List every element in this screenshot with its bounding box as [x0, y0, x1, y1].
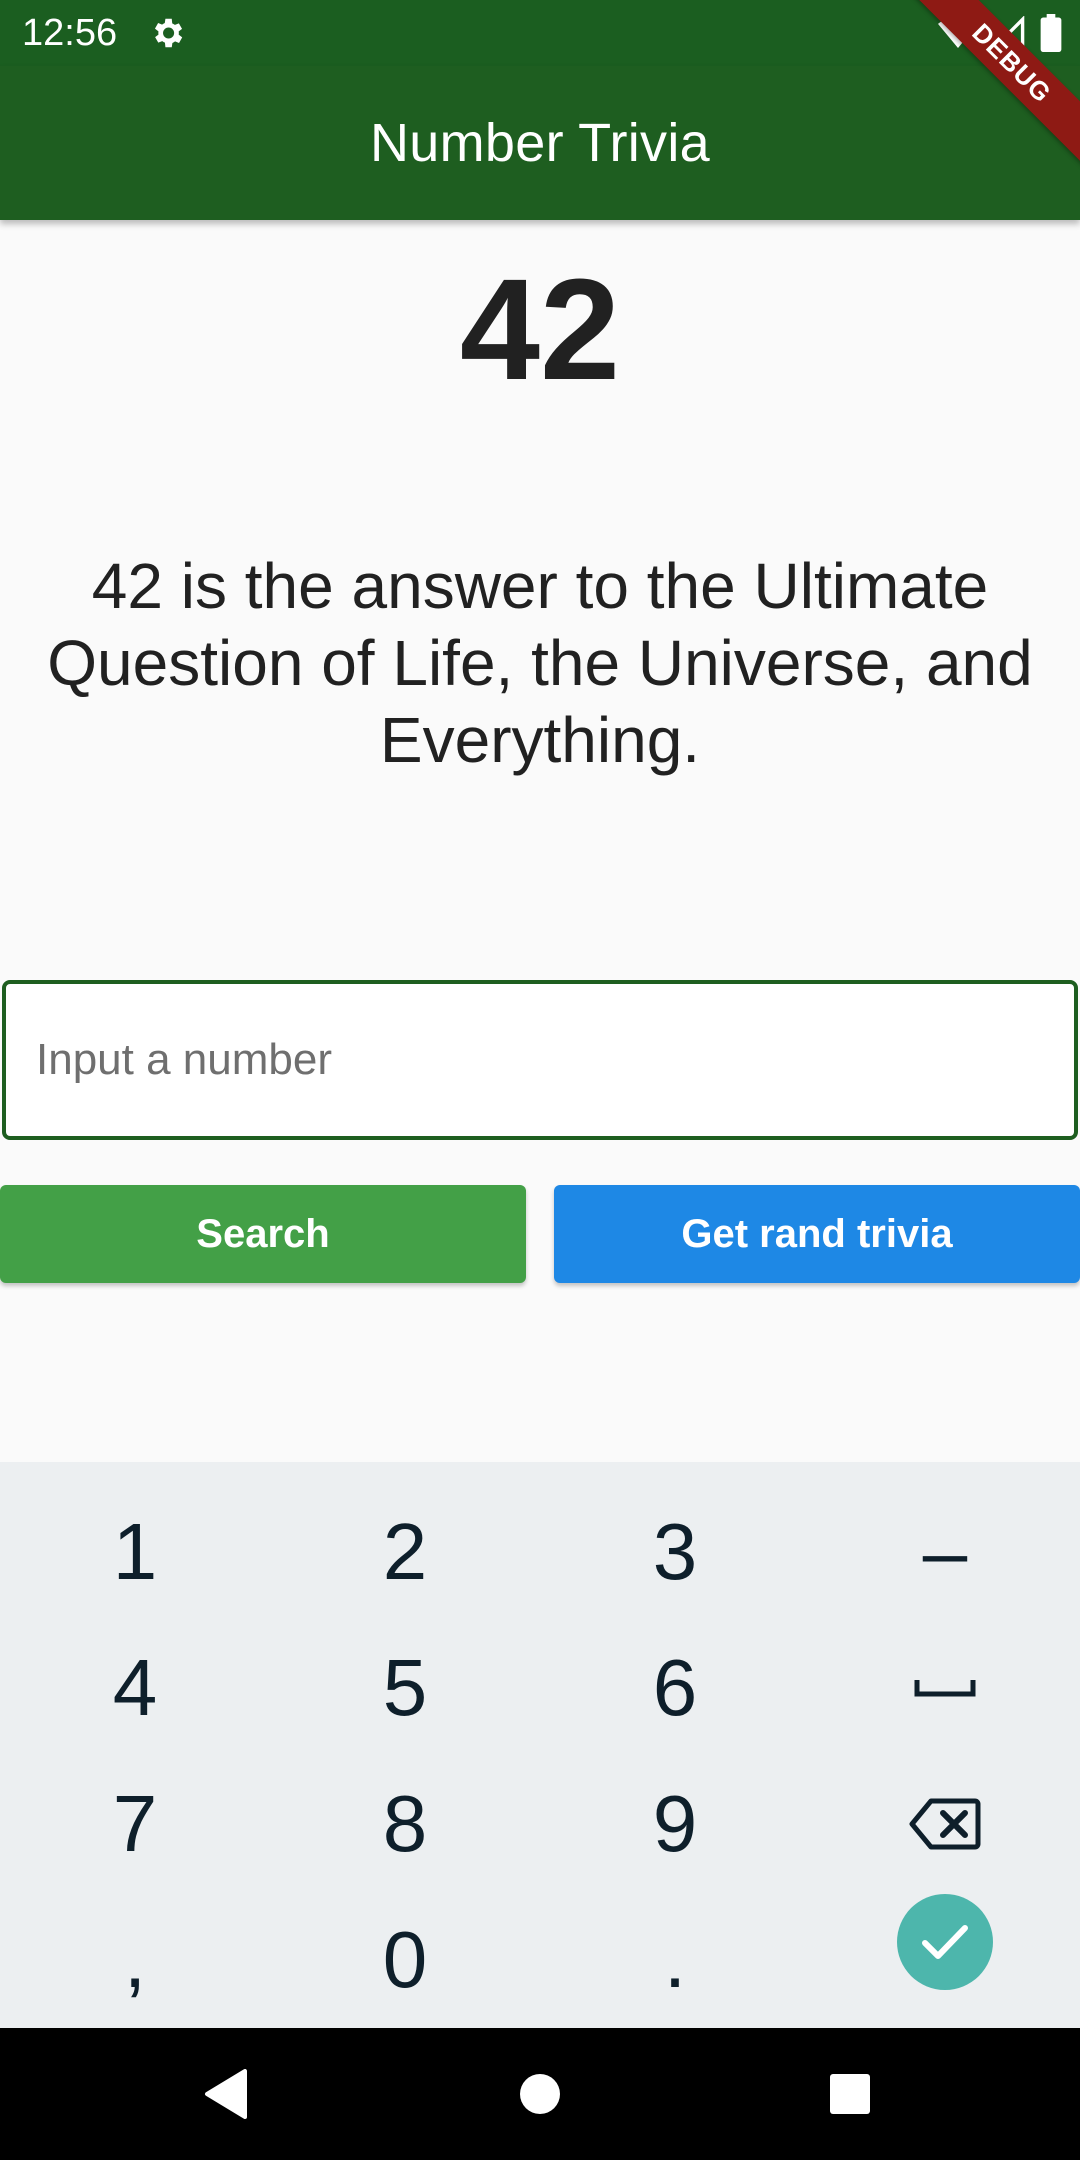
key-space[interactable]: [810, 1620, 1080, 1756]
gear-icon: [148, 14, 186, 52]
numeric-keyboard: 1 2 3 – 4 5 6 7 8 9 , 0 .: [0, 1462, 1080, 2028]
back-icon[interactable]: [196, 2064, 256, 2124]
navigation-bar: [0, 2028, 1080, 2160]
space-icon: [913, 1676, 977, 1700]
key-comma[interactable]: ,: [0, 1892, 270, 2028]
app-bar: Number Trivia: [0, 66, 1080, 220]
key-2[interactable]: 2: [270, 1484, 540, 1620]
status-time: 12:56: [22, 12, 118, 54]
recents-icon[interactable]: [820, 2064, 880, 2124]
key-done[interactable]: [810, 1874, 1080, 2010]
signal-icon: [992, 16, 1026, 50]
key-9[interactable]: 9: [540, 1756, 810, 1892]
key-period[interactable]: .: [540, 1892, 810, 2028]
key-0[interactable]: 0: [270, 1892, 540, 2028]
status-icons: [938, 14, 1062, 52]
key-7[interactable]: 7: [0, 1756, 270, 1892]
done-check-icon: [897, 1894, 993, 1990]
status-bar: 12:56: [0, 0, 1080, 66]
battery-icon: [1040, 14, 1062, 52]
key-minus[interactable]: –: [810, 1484, 1080, 1620]
trivia-text: 42 is the answer to the Ultimate Questio…: [47, 550, 1033, 776]
wifi-icon: [938, 16, 978, 50]
key-4[interactable]: 4: [0, 1620, 270, 1756]
key-1[interactable]: 1: [0, 1484, 270, 1620]
key-5[interactable]: 5: [270, 1620, 540, 1756]
search-button[interactable]: Search: [0, 1185, 526, 1283]
key-backspace[interactable]: [810, 1756, 1080, 1892]
trivia-number: 42: [459, 249, 621, 410]
key-3[interactable]: 3: [540, 1484, 810, 1620]
random-trivia-button[interactable]: Get rand trivia: [554, 1185, 1080, 1283]
app-title: Number Trivia: [370, 113, 710, 173]
number-input[interactable]: [2, 980, 1078, 1140]
home-icon[interactable]: [510, 2064, 570, 2124]
key-6[interactable]: 6: [540, 1620, 810, 1756]
backspace-icon: [909, 1797, 981, 1851]
key-8[interactable]: 8: [270, 1756, 540, 1892]
